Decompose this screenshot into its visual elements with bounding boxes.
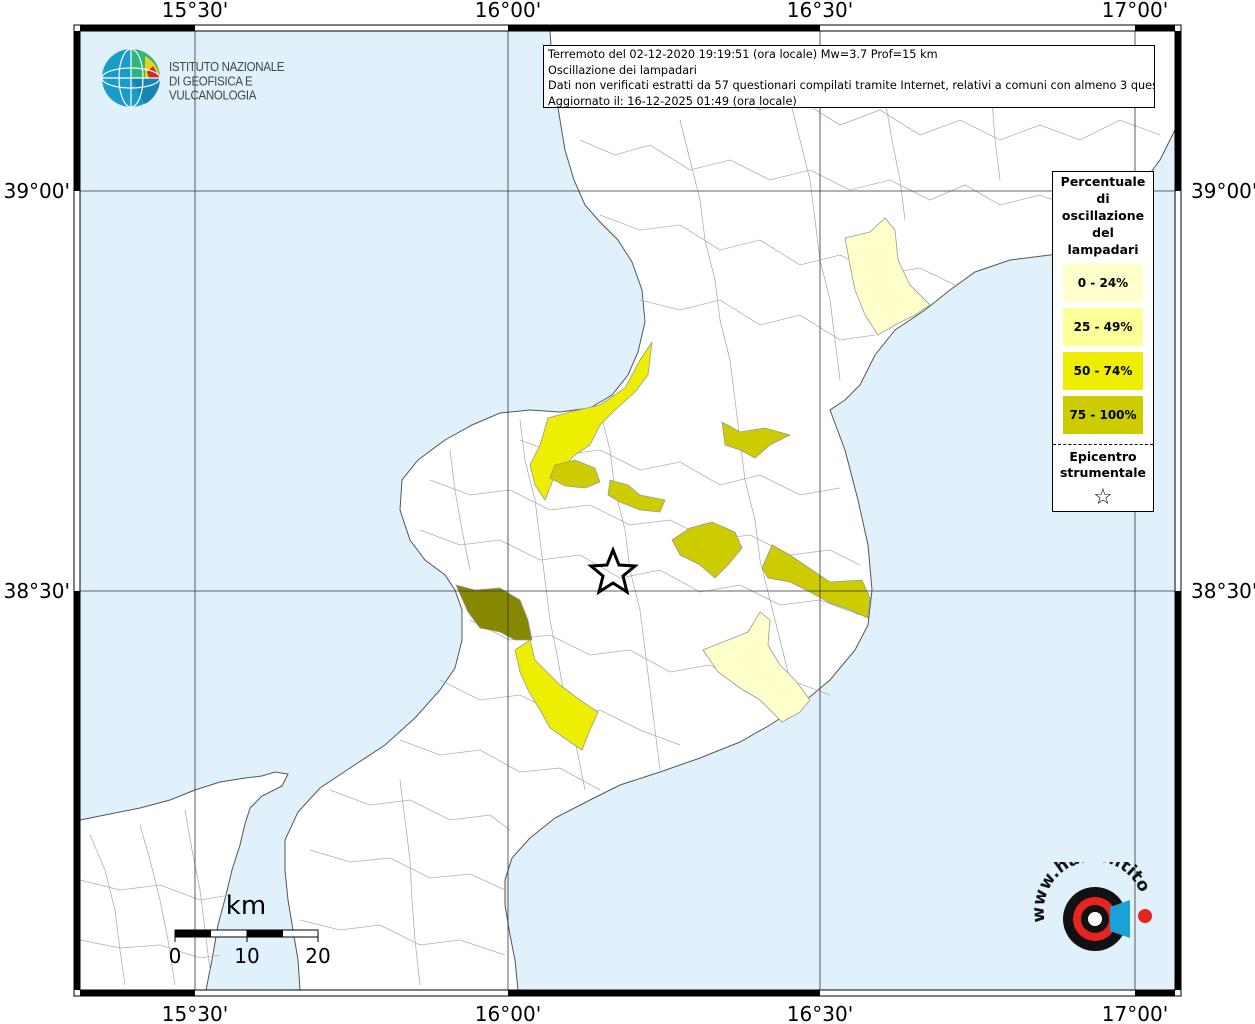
- globe-icon: [101, 48, 161, 108]
- lat-label: 39°00': [4, 179, 70, 203]
- legend-item-label: 75 - 100%: [1069, 408, 1137, 422]
- lat-label: 38°30': [1191, 579, 1255, 603]
- legend-item: 75 - 100%: [1063, 396, 1143, 434]
- updated-line: Aggiornato il: 16-12-2025 01:49 (ora loc…: [548, 94, 797, 108]
- lon-label: 17°00': [1102, 0, 1168, 22]
- legend-item-label: 0 - 24%: [1077, 276, 1129, 290]
- lon-label: 16°00': [475, 0, 541, 22]
- lat-label: 38°30': [4, 579, 70, 603]
- ingv-logo: ISTITUTO NAZIONALE DI GEOFISICA E VULCAN…: [101, 48, 331, 112]
- lon-labels-top: 15°30' 16°00' 16°30' 17°00': [162, 0, 1168, 22]
- legend-title: Percentuale di oscillazione del lampadar…: [1060, 174, 1146, 257]
- legend-divider: [1053, 444, 1153, 445]
- ingv-name: ISTITUTO NAZIONALE DI GEOFISICA E VULCAN…: [169, 61, 331, 104]
- ingv-name-line2: DI GEOFISICA E VULCANOLOGIA: [169, 75, 257, 103]
- lon-labels-bottom: 15°30' 16°00' 16°30' 17°00': [162, 1002, 1168, 1024]
- map-type-line: Oscillazione dei lampadari: [548, 63, 697, 77]
- lon-label: 15°30': [162, 1002, 228, 1024]
- legend-item-label: 25 - 49%: [1073, 320, 1133, 334]
- data-note-line: Dati non verificati estratti da 57 quest…: [548, 79, 1155, 92]
- scale-tick: 20: [305, 944, 330, 968]
- legend-item: 50 - 74%: [1063, 352, 1143, 390]
- epicenter-label: Epicentro strumentale: [1059, 449, 1147, 480]
- scale-unit: km: [226, 891, 266, 921]
- haisentito-logo: www.haisentitoilterremoto.it: [1021, 846, 1160, 982]
- lon-label: 16°00': [475, 1002, 541, 1024]
- lon-label: 17°00': [1102, 1002, 1168, 1024]
- legend-item: 0 - 24%: [1063, 264, 1143, 302]
- scale-tick: 0: [169, 944, 182, 968]
- lon-label: 16°30': [787, 1002, 853, 1024]
- event-line: Terremoto del 02-12-2020 19:19:51 (ora l…: [548, 48, 938, 61]
- scale-tick: 10: [234, 944, 259, 968]
- epicenter-star-icon: ☆: [1093, 485, 1113, 510]
- legend-item-label: 50 - 74%: [1073, 364, 1133, 378]
- ingv-name-line1: ISTITUTO NAZIONALE: [169, 61, 285, 75]
- legend: Percentuale di oscillazione del lampadar…: [1052, 171, 1154, 512]
- event-info-box: Terremoto del 02-12-2020 19:19:51 (ora l…: [543, 45, 1155, 108]
- lon-label: 15°30': [162, 0, 228, 22]
- legend-item: 25 - 49%: [1063, 308, 1143, 346]
- lon-label: 16°30': [787, 0, 853, 22]
- lat-label: 39°00': [1191, 179, 1255, 203]
